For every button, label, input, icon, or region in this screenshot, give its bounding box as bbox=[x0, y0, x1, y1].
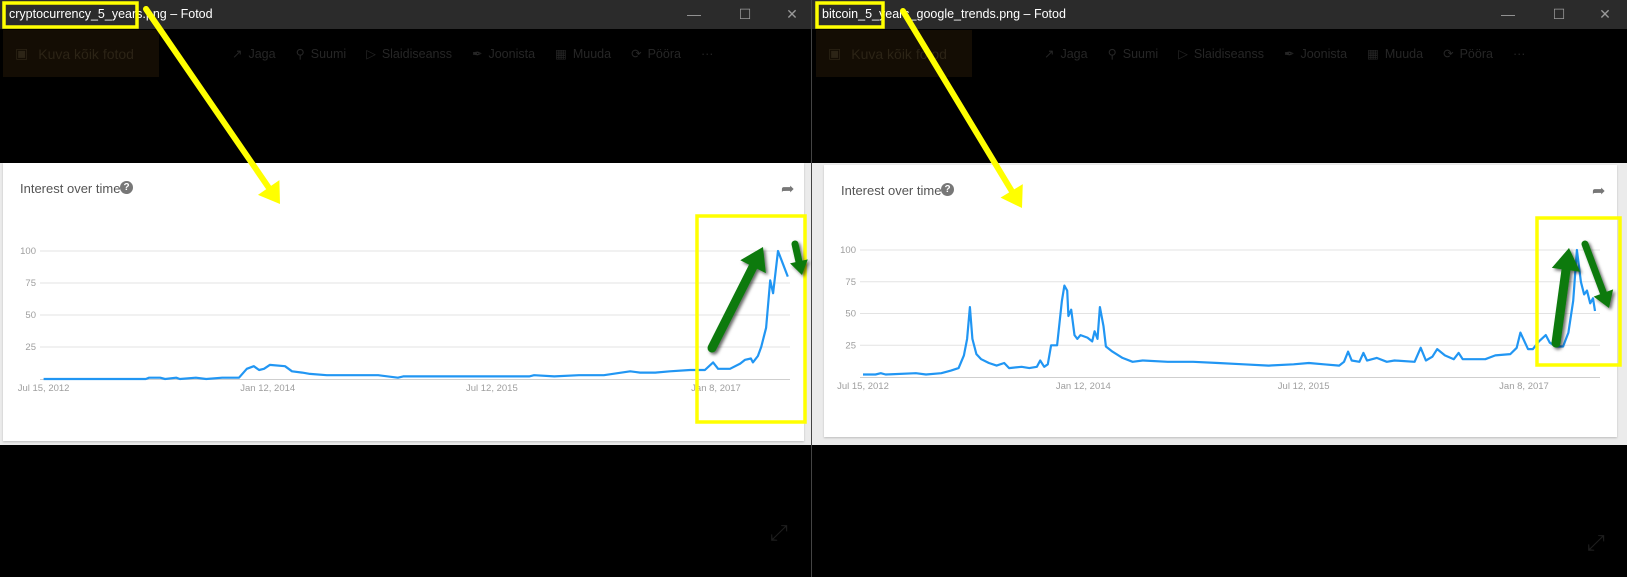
trend-charts: 25 50 75 100 Jul 15, 2012 Jan 12, 2014 Jul 12,… bbox=[18, 245, 1600, 394]
chart-0: 25 50 75 100 Jul 15, 2012 Jan 12, 2014 Jul 12,… bbox=[18, 246, 790, 394]
x-tick-label: Jul 15, 2012 bbox=[837, 381, 889, 392]
x-tick-label: Jan 8, 2017 bbox=[1499, 381, 1549, 392]
x-tick-label: Jul 15, 2012 bbox=[18, 383, 70, 394]
y-tick-label: 50 bbox=[25, 310, 36, 321]
y-tick-label: 75 bbox=[25, 278, 36, 289]
x-tick-label: Jul 12, 2015 bbox=[1278, 381, 1330, 392]
x-tick-label: Jan 8, 2017 bbox=[691, 383, 741, 394]
interest-line bbox=[863, 248, 1597, 376]
chart-1: 25 50 75 100 Jul 15, 2012 Jan 12, 2014 Jul 12,… bbox=[837, 245, 1600, 392]
y-tick-label: 50 bbox=[845, 309, 856, 320]
x-tick-label: Jan 12, 2014 bbox=[1056, 381, 1111, 392]
y-tick-label: 75 bbox=[845, 277, 856, 288]
y-tick-label: 25 bbox=[25, 342, 36, 353]
y-tick-label: 100 bbox=[840, 245, 856, 256]
x-tick-label: Jan 12, 2014 bbox=[240, 383, 295, 394]
y-tick-label: 25 bbox=[845, 340, 856, 351]
x-tick-label: Jul 12, 2015 bbox=[466, 383, 518, 394]
y-tick-label: 100 bbox=[20, 246, 36, 257]
